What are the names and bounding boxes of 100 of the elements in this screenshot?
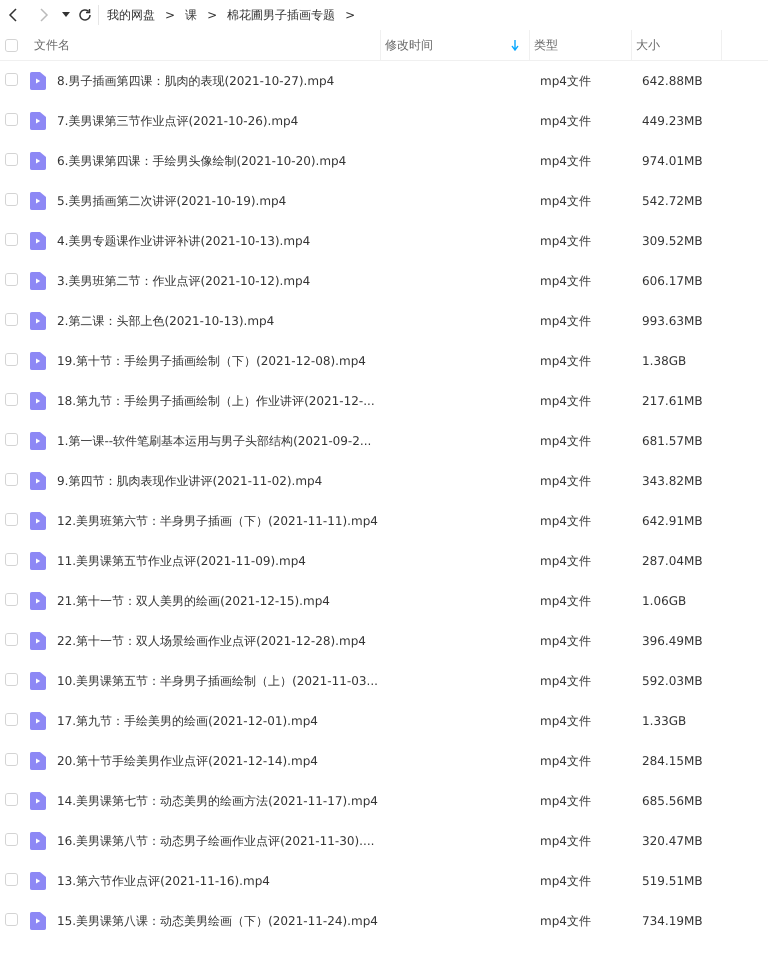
file-type: mp4文件 <box>539 832 592 850</box>
file-name[interactable]: 19.第十节：手绘男子插画绘制（下）(2021-12-08).mp4 <box>57 352 381 370</box>
file-size: 519.51MB <box>641 874 704 888</box>
checkbox[interactable] <box>5 673 18 686</box>
file-size: 734.19MB <box>641 914 704 928</box>
checkbox[interactable] <box>5 433 18 446</box>
video-file-icon <box>30 392 46 410</box>
video-file-icon <box>30 552 46 570</box>
file-size: 681.57MB <box>641 434 704 448</box>
checkbox[interactable] <box>5 153 18 166</box>
file-size: 592.03MB <box>641 674 704 688</box>
forward-icon[interactable] <box>38 8 50 22</box>
checkbox[interactable] <box>5 753 18 766</box>
checkbox[interactable] <box>5 273 18 286</box>
checkbox[interactable] <box>5 913 18 926</box>
file-name[interactable]: 10.美男课第五节：半身男子插画绘制（上）(2021-11-03... <box>57 672 381 690</box>
file-size: 343.82MB <box>641 474 704 488</box>
checkbox[interactable] <box>5 393 18 406</box>
file-name[interactable]: 1.第一课--软件笔刷基本运用与男子头部结构(2021-09-2... <box>57 432 381 450</box>
checkbox[interactable] <box>5 38 18 52</box>
checkbox[interactable] <box>5 513 18 526</box>
breadcrumb-item[interactable]: 棉花圃男子插画专题 <box>227 6 336 24</box>
file-name[interactable]: 7.美男课第三节作业点评(2021-10-26).mp4 <box>57 112 381 130</box>
video-file-icon <box>30 872 46 890</box>
checkbox[interactable] <box>5 593 18 606</box>
video-file-icon <box>30 592 46 610</box>
column-header[interactable]: 大小 <box>636 36 660 54</box>
file-size: 284.15MB <box>641 754 704 768</box>
breadcrumb-item[interactable]: 课 <box>185 6 198 24</box>
video-file-icon <box>30 272 46 290</box>
video-file-icon <box>30 192 46 210</box>
file-name[interactable]: 11.美男课第五节作业点评(2021-11-09).mp4 <box>57 552 381 570</box>
file-name[interactable]: 6.美男课第四课：手绘男头像绘制(2021-10-20).mp4 <box>57 152 381 170</box>
breadcrumb-separator: > <box>345 8 356 22</box>
video-file-icon <box>30 792 46 810</box>
file-type: mp4文件 <box>539 152 592 170</box>
checkbox[interactable] <box>5 873 18 886</box>
file-type: mp4文件 <box>539 712 592 730</box>
breadcrumb-item[interactable]: 我的网盘 <box>107 6 155 24</box>
file-name[interactable]: 4.美男专题课作业讲评补讲(2021-10-13).mp4 <box>57 232 381 250</box>
checkbox[interactable] <box>5 793 18 806</box>
file-type: mp4文件 <box>539 632 592 650</box>
file-size: 993.63MB <box>641 314 704 328</box>
file-name[interactable]: 15.美男课第八课：动态美男绘画（下）(2021-11-24).mp4 <box>57 912 381 930</box>
video-file-icon <box>30 672 46 690</box>
checkbox[interactable] <box>5 553 18 566</box>
file-name[interactable]: 5.美男插画第二次讲评(2021-10-19).mp4 <box>57 192 381 210</box>
file-name[interactable]: 21.第十一节：双人美男的绘画(2021-12-15).mp4 <box>57 592 381 610</box>
checkbox[interactable] <box>5 633 18 646</box>
checkbox[interactable] <box>5 313 18 326</box>
file-type: mp4文件 <box>539 272 592 290</box>
checkbox[interactable] <box>5 113 18 126</box>
breadcrumb-separator: > <box>207 8 218 22</box>
checkbox[interactable] <box>5 713 18 726</box>
checkbox[interactable] <box>5 473 18 486</box>
file-name[interactable]: 17.第九节：手绘美男的绘画(2021-12-01).mp4 <box>57 712 381 730</box>
file-name[interactable]: 14.美男课第七节：动态美男的绘画方法(2021-11-17).mp4 <box>57 792 381 810</box>
checkbox[interactable] <box>5 73 18 86</box>
file-type: mp4文件 <box>539 432 592 450</box>
video-file-icon <box>30 752 46 770</box>
checkbox[interactable] <box>5 233 18 246</box>
checkbox[interactable] <box>5 193 18 206</box>
sort-arrow-icon[interactable] <box>511 40 519 50</box>
file-type: mp4文件 <box>539 472 592 490</box>
file-type: mp4文件 <box>539 672 592 690</box>
video-file-icon <box>30 312 46 330</box>
file-size: 217.61MB <box>641 394 704 408</box>
file-name[interactable]: 3.美男班第二节：作业点评(2021-10-12).mp4 <box>57 272 381 290</box>
video-file-icon <box>30 472 46 490</box>
checkbox[interactable] <box>5 833 18 846</box>
file-size: 642.91MB <box>641 514 704 528</box>
video-file-icon <box>30 632 46 650</box>
file-size: 1.06GB <box>641 594 688 608</box>
video-file-icon <box>30 72 46 90</box>
column-header[interactable]: 类型 <box>534 36 558 54</box>
file-size: 606.17MB <box>641 274 704 288</box>
checkbox[interactable] <box>5 353 18 366</box>
file-name[interactable]: 13.第六节作业点评(2021-11-16).mp4 <box>57 872 381 890</box>
file-name[interactable]: 12.美男班第六节：半身男子插画（下）(2021-11-11).mp4 <box>57 512 381 530</box>
file-name[interactable]: 20.第十节手绘美男作业点评(2021-12-14).mp4 <box>57 752 381 770</box>
file-name[interactable]: 22.第十一节：双人场景绘画作业点评(2021-12-28).mp4 <box>57 632 381 650</box>
file-name[interactable]: 9.第四节：肌肉表现作业讲评(2021-11-02).mp4 <box>57 472 381 490</box>
refresh-icon[interactable] <box>78 8 92 22</box>
file-name[interactable]: 8.男子插画第四课：肌肉的表现(2021-10-27).mp4 <box>57 72 381 90</box>
file-name[interactable]: 16.美男课第八节：动态男子绘画作业点评(2021-11-30).... <box>57 832 381 850</box>
file-size: 1.38GB <box>641 354 688 368</box>
file-name[interactable]: 18.第九节：手绘男子插画绘制（上）作业讲评(2021-12-... <box>57 392 381 410</box>
column-header[interactable]: 文件名 <box>34 36 70 54</box>
file-size: 974.01MB <box>641 154 704 168</box>
file-name[interactable]: 2.第二课：头部上色(2021-10-13).mp4 <box>57 312 381 330</box>
video-file-icon <box>30 152 46 170</box>
file-type: mp4文件 <box>539 552 592 570</box>
dropdown-caret-icon[interactable] <box>62 12 70 18</box>
file-type: mp4文件 <box>539 872 592 890</box>
video-file-icon <box>30 112 46 130</box>
file-size: 449.23MB <box>641 114 704 128</box>
file-size: 542.72MB <box>641 194 704 208</box>
column-header[interactable]: 修改时间 <box>385 36 433 54</box>
file-size: 685.56MB <box>641 794 704 808</box>
video-file-icon <box>30 232 46 250</box>
